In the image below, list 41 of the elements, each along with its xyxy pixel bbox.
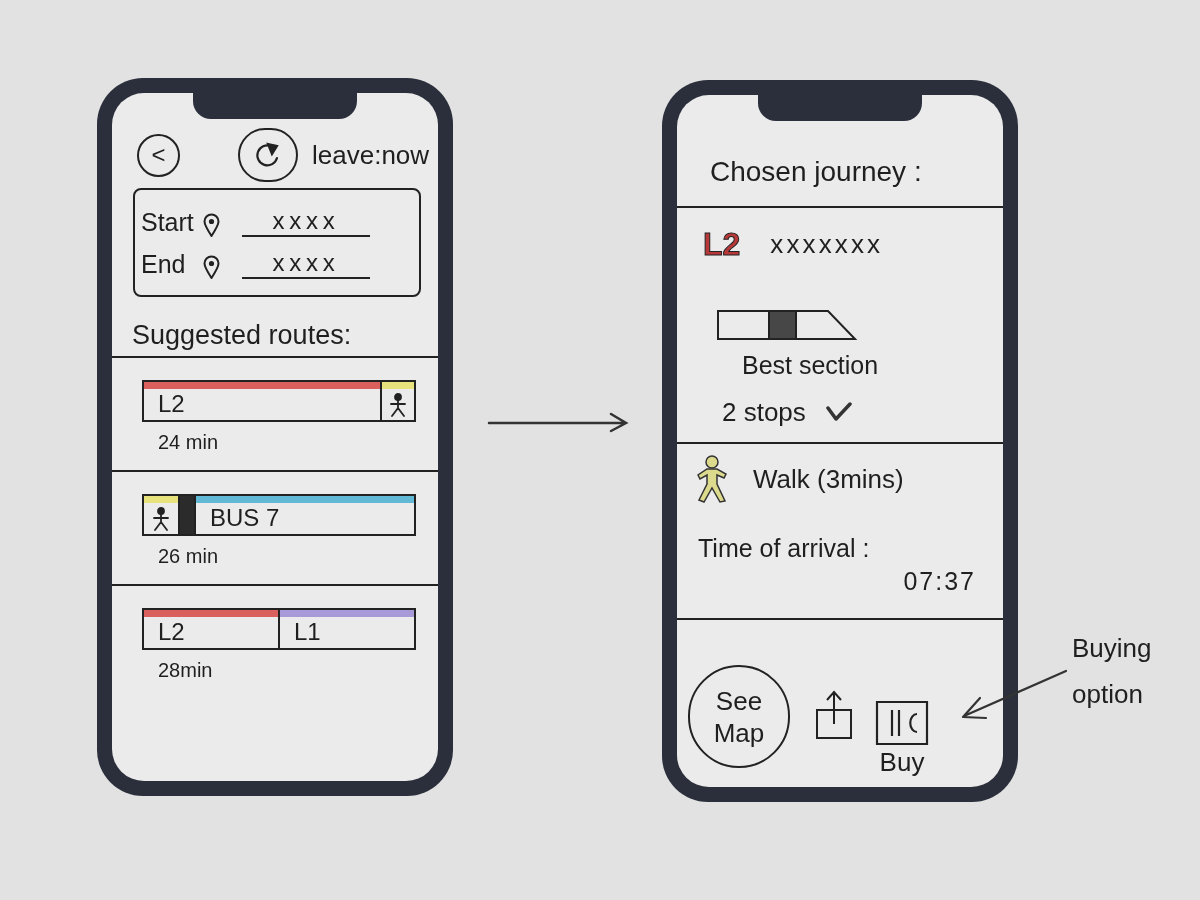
train-icon [716, 308, 858, 342]
route-duration: 24 min [158, 431, 219, 453]
arrival-time: 07:37 [903, 566, 976, 596]
stops-count: 2 stops [722, 396, 806, 428]
pin-icon [203, 212, 220, 237]
walking-person-icon [695, 454, 729, 504]
leave-time-label: leave:now [312, 139, 430, 171]
arrival-label: Time of arrival : [698, 533, 870, 564]
pin-icon [203, 254, 220, 279]
stick-figure-icon [389, 392, 407, 417]
line-name: L2 [703, 226, 741, 262]
screen-title: Chosen journey : [710, 155, 922, 189]
check-icon [825, 402, 852, 422]
route-bar[interactable]: L2 L1 [142, 608, 416, 650]
card-icon [875, 700, 929, 746]
leg-detail: xxxxxxx [770, 228, 884, 260]
route-duration: 26 min [158, 545, 219, 567]
line-label: L2 [157, 617, 185, 647]
stick-figure-icon [152, 506, 170, 531]
location-field[interactable]: xxxx [242, 248, 370, 279]
route-bar[interactable]: BUS 7 [142, 494, 416, 536]
annotation-text: Buying option [1072, 632, 1153, 711]
location-field[interactable]: xxxx [242, 206, 370, 237]
field-label: End [141, 248, 187, 279]
share-button[interactable] [815, 690, 853, 740]
route-duration: 28min [158, 659, 213, 681]
route-bar[interactable]: L2 [142, 380, 416, 422]
section-title: Suggested routes: [132, 320, 352, 350]
refresh-icon [254, 142, 282, 168]
shaded-segment [178, 496, 194, 534]
back-button[interactable]: < [137, 133, 180, 177]
field-label: Start [141, 206, 195, 237]
line-label: L1 [293, 617, 321, 647]
buy-button[interactable]: Buy [875, 700, 929, 778]
walk-label: Walk (3mins) [753, 463, 904, 495]
see-map-button[interactable]: See Map [688, 665, 790, 768]
refresh-button[interactable] [238, 128, 298, 182]
share-icon [815, 690, 853, 740]
line-label: BUS 7 [209, 503, 280, 533]
line-label: L2 [157, 389, 185, 419]
section-label: Best section [742, 350, 879, 380]
